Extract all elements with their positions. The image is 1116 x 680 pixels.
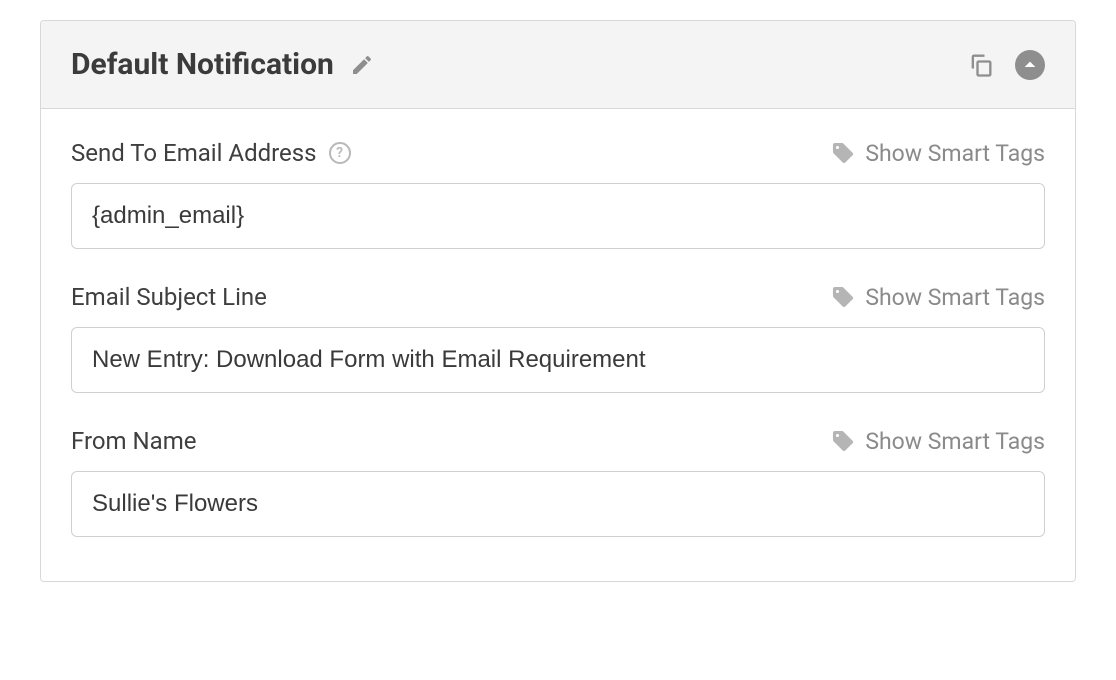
- field-row: Send To Email Address ? Show Smart Tags: [71, 139, 1045, 167]
- tag-icon: [831, 141, 855, 165]
- from-name-input[interactable]: [71, 471, 1045, 537]
- panel-title: Default Notification: [71, 47, 334, 82]
- show-smart-tags-link[interactable]: Show Smart Tags: [831, 140, 1045, 167]
- panel-header-right: [967, 50, 1045, 80]
- tag-icon: [831, 429, 855, 453]
- smart-tags-text: Show Smart Tags: [865, 428, 1045, 455]
- duplicate-icon[interactable]: [967, 51, 995, 79]
- smart-tags-text: Show Smart Tags: [865, 140, 1045, 167]
- show-smart-tags-link[interactable]: Show Smart Tags: [831, 428, 1045, 455]
- collapse-icon[interactable]: [1015, 50, 1045, 80]
- subject-input[interactable]: [71, 327, 1045, 393]
- panel-header: Default Notification: [41, 21, 1075, 109]
- subject-field-group: Email Subject Line Show Smart Tags: [71, 283, 1045, 393]
- field-row: From Name Show Smart Tags: [71, 427, 1045, 455]
- from-name-field-group: From Name Show Smart Tags: [71, 427, 1045, 537]
- notification-panel: Default Notification: [40, 20, 1076, 582]
- edit-icon[interactable]: [350, 53, 374, 77]
- panel-header-left: Default Notification: [71, 47, 374, 82]
- send-to-field-group: Send To Email Address ? Show Smart Tags: [71, 139, 1045, 249]
- field-label-wrap: From Name: [71, 427, 197, 455]
- field-label-wrap: Email Subject Line: [71, 283, 267, 311]
- field-row: Email Subject Line Show Smart Tags: [71, 283, 1045, 311]
- send-to-label: Send To Email Address: [71, 139, 317, 167]
- from-name-label: From Name: [71, 427, 197, 455]
- smart-tags-text: Show Smart Tags: [865, 284, 1045, 311]
- show-smart-tags-link[interactable]: Show Smart Tags: [831, 284, 1045, 311]
- tag-icon: [831, 285, 855, 309]
- subject-label: Email Subject Line: [71, 283, 267, 311]
- field-label-wrap: Send To Email Address ?: [71, 139, 351, 167]
- panel-body: Send To Email Address ? Show Smart Tags: [41, 109, 1075, 581]
- send-to-input[interactable]: [71, 183, 1045, 249]
- help-icon[interactable]: ?: [329, 142, 351, 164]
